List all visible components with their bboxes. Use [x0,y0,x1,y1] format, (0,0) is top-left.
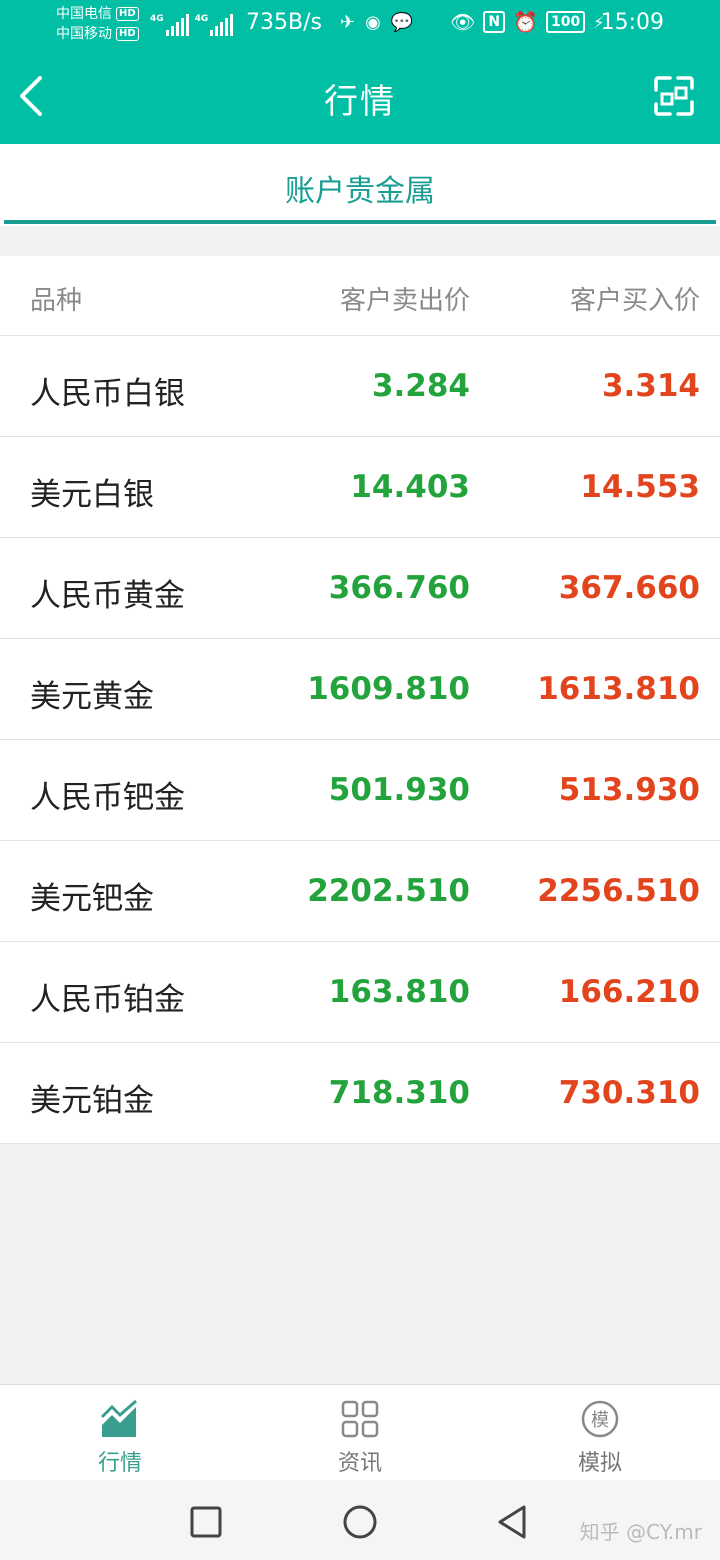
chat-bubble-icon: 💬 [390,12,414,33]
column-header-variety: 品种 [30,286,83,316]
row-sell-price: 366.760 [328,570,470,606]
nav-item-market[interactable]: 行情 [0,1385,240,1480]
eye-icon: 👁 [450,10,476,34]
signal-strength-icon: 4G [150,14,189,36]
table-row[interactable]: 人民币黄金 366.760 367.660 [0,538,720,639]
row-buy-price: 166.210 [558,974,700,1010]
nfc-icon: N [483,11,506,33]
page-title: 行情 [324,82,396,122]
nav-item-simulation[interactable]: 模 模拟 [480,1385,720,1480]
signal-icons: 4G 4G [150,10,234,36]
column-header-buy-price: 客户买入价 [569,286,700,316]
carrier-2: 中国移动 [56,26,112,42]
tab-indicator [4,220,716,224]
hd-badge: HD [116,7,139,21]
row-name: 人民币黄金 [30,578,185,614]
row-name: 美元铂金 [30,1083,154,1119]
row-sell-price: 14.403 [350,469,470,505]
row-buy-price: 730.310 [558,1075,700,1111]
alarm-icon: ⏰ [513,10,539,34]
recents-button[interactable] [186,1502,226,1542]
carrier-1: 中国电信 [56,6,112,22]
scan-button[interactable] [652,74,696,118]
row-sell-price: 501.930 [328,772,470,808]
table-row[interactable]: 美元黄金 1609.810 1613.810 [0,639,720,740]
signal-strength-icon: 4G [195,14,234,36]
clock: 15:09 [600,10,664,35]
row-buy-price: 14.553 [580,469,700,505]
row-buy-price: 513.930 [558,772,700,808]
battery-icon: 100 [546,11,586,33]
nav-label: 模拟 [577,1451,622,1476]
scan-icon [654,76,694,116]
nav-label: 行情 [97,1451,142,1476]
back-nav-button[interactable] [492,1502,532,1542]
table-header: 品种 客户卖出价 客户买入价 [0,256,720,336]
table-row[interactable]: 人民币白银 3.284 3.314 [0,336,720,437]
notification-icons: ✈ ◉ 💬 [340,12,413,33]
network-type-label: 4G [150,14,164,24]
row-buy-price: 1613.810 [537,671,700,707]
chart-icon [100,1399,137,1437]
row-sell-price: 1609.810 [307,671,470,707]
app-notification-icon: ✈ [340,12,356,33]
tab-bar: 账户贵金属 [0,144,720,226]
hd-badge: HD [116,27,139,41]
tab-account-precious-metals[interactable]: 账户贵金属 [0,166,720,210]
status-bar: 中国电信 HD 中国移动 HD 4G 4G 735B/s ✈ ◉ 💬 👁 N ⏰ 1… [0,0,720,48]
row-sell-price: 3.284 [371,368,470,404]
table-row[interactable]: 美元钯金 2202.510 2256.510 [0,841,720,942]
mo-badge-char: 模 [591,1410,609,1431]
row-buy-price: 2256.510 [537,873,700,909]
row-name: 美元白银 [30,477,154,513]
circle-icon [343,1505,377,1539]
quotes-table: 品种 客户卖出价 客户买入价 人民币白银 3.284 3.314 美元白银 14… [0,256,720,1144]
table-row[interactable]: 美元白银 14.403 14.553 [0,437,720,538]
row-name: 美元钯金 [30,881,154,917]
network-type-label: 4G [194,14,209,24]
table-row[interactable]: 人民币铂金 163.810 166.210 [0,942,720,1043]
row-name: 人民币铂金 [30,982,185,1018]
row-name: 美元黄金 [30,679,154,715]
row-sell-price: 163.810 [328,974,470,1010]
grid-icon [341,1400,379,1438]
nav-item-news[interactable]: 资讯 [240,1385,480,1480]
app-notification-icon: ◉ [365,12,381,33]
row-buy-price: 367.660 [558,570,700,606]
home-button[interactable] [340,1502,380,1542]
row-sell-price: 718.310 [328,1075,470,1111]
system-icons: 👁 N ⏰ 100 ⚡ [450,10,604,34]
row-name: 人民币白银 [30,376,185,412]
triangle-back-icon [498,1505,526,1539]
watermark: 知乎 @CY.mr [579,1520,702,1544]
table-row[interactable]: 人民币钯金 501.930 513.930 [0,740,720,841]
nav-label: 资讯 [337,1451,382,1476]
square-icon [190,1506,222,1538]
column-header-sell-price: 客户卖出价 [339,286,470,316]
table-row[interactable]: 美元铂金 718.310 730.310 [0,1043,720,1144]
row-sell-price: 2202.510 [307,873,470,909]
app-header: 行情 [0,48,720,144]
network-speed: 735B/s [246,10,322,35]
row-name: 人民币钯金 [30,780,185,816]
row-buy-price: 3.314 [601,368,700,404]
mo-badge-icon: 模 [581,1400,619,1438]
bottom-nav: 行情 资讯 模 模拟 [0,1384,720,1480]
system-nav-bar: 知乎 @CY.mr [0,1480,720,1560]
carrier-info: 中国电信 HD 中国移动 HD [56,4,139,44]
